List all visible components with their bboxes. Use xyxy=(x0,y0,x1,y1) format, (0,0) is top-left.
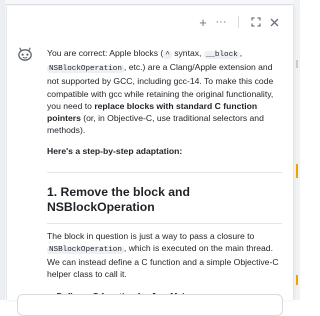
inline-code: __block xyxy=(203,51,240,59)
toolbar-divider xyxy=(238,16,239,28)
section-heading: 1. Remove the block and NSBlockOperation xyxy=(47,185,282,224)
chat-panel: + ··· You are correct: Apple blocks (^ s… xyxy=(6,6,294,316)
panel-toolbar: + ··· xyxy=(194,14,283,30)
highlight-marker xyxy=(296,164,298,178)
plus-icon[interactable]: + xyxy=(194,14,212,30)
assistant-message: You are correct: Apple blocks (^ syntax,… xyxy=(47,47,282,303)
message-paragraph: You are correct: Apple blocks (^ syntax,… xyxy=(47,48,274,136)
close-icon[interactable] xyxy=(265,14,283,30)
assistant-avatar-icon xyxy=(17,46,33,62)
highlight-marker xyxy=(296,275,298,285)
expand-icon[interactable] xyxy=(247,14,265,30)
scroll-marker xyxy=(296,60,298,68)
background-top-edge xyxy=(5,0,294,5)
more-icon[interactable]: ··· xyxy=(212,14,230,30)
background-right-edge xyxy=(294,0,300,300)
message-paragraph-bold: Here's a step-by-step adaptation: xyxy=(47,146,183,157)
section-divider xyxy=(47,171,282,173)
inline-code: NSBlockOperation xyxy=(47,245,124,254)
inline-code: ^ xyxy=(163,51,172,59)
background-left-edge xyxy=(0,0,5,300)
chat-input-box[interactable] xyxy=(17,294,283,316)
message-paragraph: The block in question is just a way to p… xyxy=(47,230,279,280)
inline-code: NSBlockOperation xyxy=(47,65,124,74)
